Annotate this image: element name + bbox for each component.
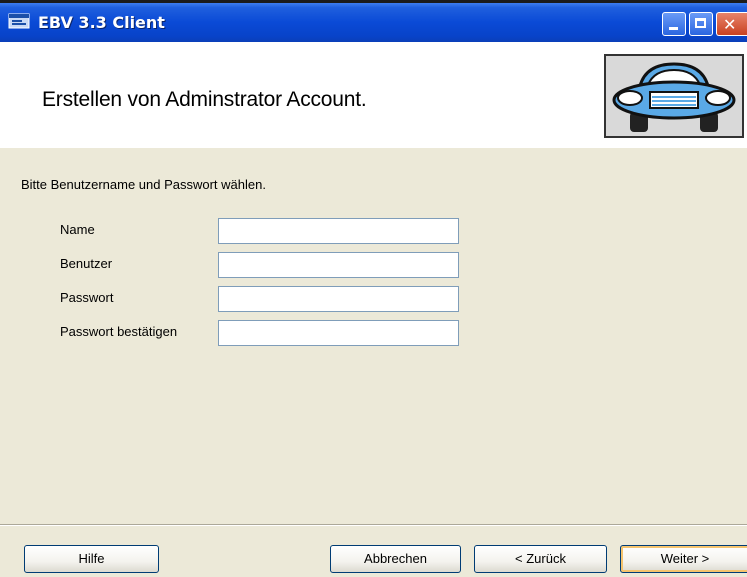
username-input[interactable] [218,252,459,278]
maximize-button[interactable] [689,12,713,36]
header-divider [0,147,747,148]
confirm-password-input[interactable] [218,320,459,346]
window-title: EBV 3.3 Client [38,13,165,32]
cancel-button[interactable]: Abbrechen [330,545,461,573]
car-logo [604,54,744,138]
instruction-text: Bitte Benutzername und Passwort wählen. [21,177,266,192]
help-button[interactable]: Hilfe [24,545,159,573]
next-button[interactable]: Weiter > [620,545,747,573]
title-bar[interactable]: EBV 3.3 Client ✕ [0,0,747,42]
close-button[interactable]: ✕ [716,12,747,36]
back-button[interactable]: < Zurück [474,545,607,573]
maximize-icon [695,18,706,28]
name-label: Name [60,222,95,237]
password-label: Passwort [60,290,114,305]
minimize-icon [669,27,678,30]
wizard-header: Erstellen von Adminstrator Account. [0,42,747,148]
username-label: Benutzer [60,256,113,271]
name-input[interactable] [218,218,459,244]
minimize-button[interactable] [662,12,686,36]
password-input[interactable] [218,286,459,312]
app-window-icon [8,13,30,29]
confirm-password-label: Passwort bestätigen [60,324,178,339]
close-icon: ✕ [723,15,737,34]
car-icon [612,62,736,132]
page-title: Erstellen von Adminstrator Account. [42,88,367,111]
footer-divider-highlight [0,525,747,526]
